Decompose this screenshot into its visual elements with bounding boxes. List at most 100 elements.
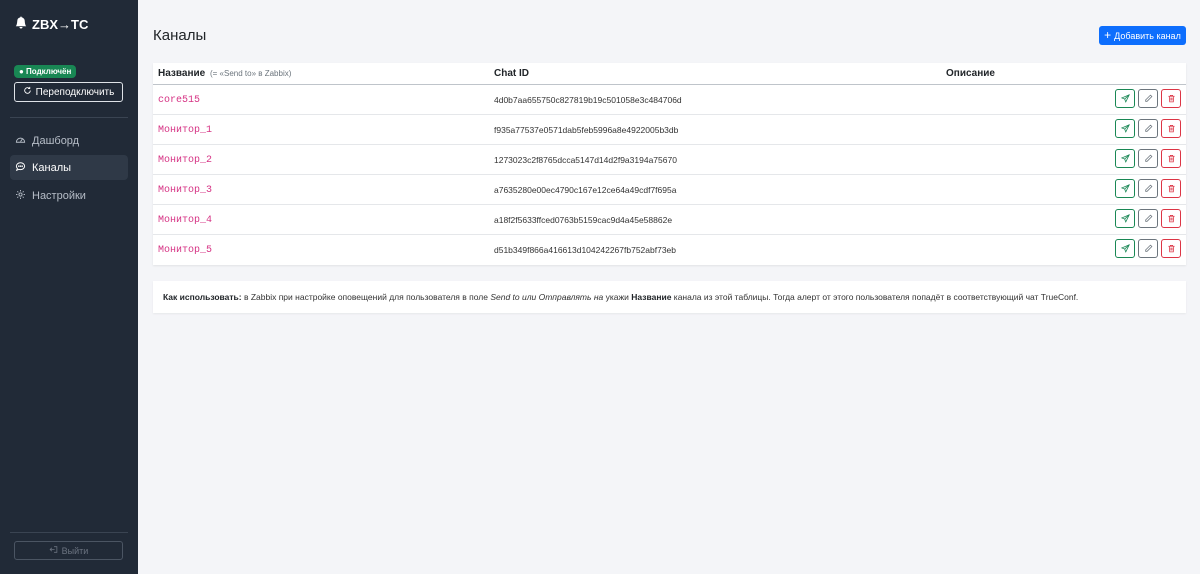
trash-icon [1167, 122, 1176, 136]
pencil-icon [1144, 212, 1153, 226]
speedometer-icon [15, 134, 26, 148]
plus-icon: + [1104, 28, 1112, 42]
edit-button[interactable] [1138, 89, 1158, 108]
table-row: Монитор_5 d51b349f866a416613d104242267fb7… [153, 235, 1186, 265]
row-actions [1115, 239, 1181, 258]
sidebar-item-label: Настройки [32, 189, 86, 202]
edit-button[interactable] [1138, 239, 1158, 258]
table-row: Монитор_2 1273023c2f8765dcca5147d14d2f9a3… [153, 145, 1186, 175]
pencil-icon [1144, 152, 1153, 166]
logout-button[interactable]: Выйти [14, 541, 123, 560]
sidebar-divider [10, 117, 128, 118]
send-icon [1120, 242, 1130, 256]
row-actions [1115, 209, 1181, 228]
trash-icon [1167, 182, 1176, 196]
sidebar-item-label: Каналы [32, 161, 72, 174]
row-actions [1115, 149, 1181, 168]
logout-icon [49, 545, 58, 556]
edit-button[interactable] [1138, 149, 1158, 168]
delete-button[interactable] [1161, 239, 1181, 258]
brand[interactable]: ZBX→TC [15, 16, 88, 32]
sidebar-item-label: Дашборд [32, 134, 80, 147]
channel-name: Монитор_2 [158, 155, 213, 166]
send-test-button[interactable] [1115, 149, 1135, 168]
channels-table: Название (= «Send to» в Zabbix) Chat ID … [153, 63, 1186, 265]
reconnect-button[interactable]: Переподключить [14, 82, 123, 102]
channel-name: Монитор_1 [158, 125, 213, 136]
table-row: Монитор_3 a7635280e00ec4790c167e12ce64a49… [153, 175, 1186, 205]
channel-chat-id: 1273023c2f8765dcca5147d14d2f9a3194a75670 [494, 155, 677, 165]
add-channel-label: Добавить канал [1114, 30, 1181, 41]
pencil-icon [1144, 182, 1153, 196]
send-icon [1120, 122, 1130, 136]
trash-icon [1167, 92, 1176, 106]
send-test-button[interactable] [1115, 239, 1135, 258]
delete-button[interactable] [1161, 179, 1181, 198]
header-name: Название (= «Send to» в Zabbix) [158, 68, 291, 79]
channel-chat-id: a7635280e00ec4790c167e12ce64a49cdf7f695a [494, 185, 677, 195]
usage-text-3: канала из этой таблицы. Тогда алерт от э… [671, 292, 1079, 302]
trash-icon [1167, 212, 1176, 226]
gear-icon [15, 189, 26, 203]
channel-chat-id: f935a77537e0571dab5feb5996a8e4922005b3db [494, 125, 679, 135]
channel-name: Монитор_4 [158, 215, 213, 226]
channel-name: Монитор_3 [158, 185, 213, 196]
bell-icon [15, 16, 27, 32]
usage-lead: Как использовать: [163, 292, 242, 302]
sidebar-item-channels[interactable]: Каналы [10, 155, 128, 180]
reconnect-label: Переподключить [35, 86, 115, 98]
refresh-icon [23, 86, 32, 98]
delete-button[interactable] [1161, 149, 1181, 168]
edit-button[interactable] [1138, 119, 1158, 138]
header-name-label: Название [158, 68, 206, 79]
brand-name: ZBX→TC [32, 16, 89, 32]
header-chat-id: Chat ID [494, 68, 529, 79]
pencil-icon [1144, 122, 1153, 136]
send-test-button[interactable] [1115, 119, 1135, 138]
usage-text-2: укажи [603, 292, 632, 302]
edit-button[interactable] [1138, 209, 1158, 228]
send-icon [1120, 212, 1130, 226]
channel-name: Монитор_5 [158, 245, 213, 256]
page-title: Каналы [153, 27, 207, 44]
delete-button[interactable] [1161, 209, 1181, 228]
table-header: Название (= «Send to» в Zabbix) Chat ID … [153, 63, 1186, 85]
table-row: Монитор_1 f935a77537e0571dab5feb5996a8e49… [153, 115, 1186, 145]
pencil-icon [1144, 92, 1153, 106]
row-actions [1115, 119, 1181, 138]
usage-column-name: Название [631, 292, 672, 302]
send-icon [1120, 92, 1130, 106]
header-description: Описание [946, 68, 995, 79]
edit-button[interactable] [1138, 179, 1158, 198]
sidebar-item-dashboard[interactable]: Дашборд [10, 128, 128, 153]
row-actions [1115, 179, 1181, 198]
sidebar-divider-bottom [10, 532, 128, 533]
chat-icon [15, 161, 26, 175]
trash-icon [1167, 242, 1176, 256]
send-test-button[interactable] [1115, 89, 1135, 108]
main-content: Каналы + Добавить канал Название (= «Sen… [138, 0, 1200, 574]
table-row: core515 4d0b7aa655750c827819b19c501058e3c… [153, 85, 1186, 115]
send-test-button[interactable] [1115, 179, 1135, 198]
pencil-icon [1144, 242, 1153, 256]
header-name-hint: (= «Send to» в Zabbix) [209, 69, 292, 78]
trash-icon [1167, 152, 1176, 166]
send-test-button[interactable] [1115, 209, 1135, 228]
delete-button[interactable] [1161, 119, 1181, 138]
sidebar: ZBX→TC ● Подключён Переподключить Дашбор… [0, 0, 138, 574]
channel-chat-id: 4d0b7aa655750c827819b19c501058e3c484706d [494, 95, 682, 105]
channel-chat-id: d51b349f866a416613d104242267fb752abf73eb [494, 245, 676, 255]
channel-name: core515 [158, 95, 201, 106]
usage-field-name: Send to или Отправлять на [490, 292, 604, 302]
channel-chat-id: a18f2f5633ffced0763b5159cac9d4a45e58862e [494, 215, 673, 225]
logout-label: Выйти [61, 545, 89, 556]
delete-button[interactable] [1161, 89, 1181, 108]
table-row: Монитор_4 a18f2f5633ffced0763b5159cac9d4a… [153, 205, 1186, 235]
usage-text-1: в Zabbix при настройке оповещений для по… [241, 292, 491, 302]
send-icon [1120, 152, 1130, 166]
add-channel-button[interactable]: + Добавить канал [1099, 26, 1186, 45]
usage-info: Как использовать: в Zabbix при настройке… [153, 281, 1186, 313]
sidebar-item-settings[interactable]: Настройки [10, 183, 128, 208]
connection-status-badge: ● Подключён [14, 65, 77, 78]
row-actions [1115, 89, 1181, 108]
